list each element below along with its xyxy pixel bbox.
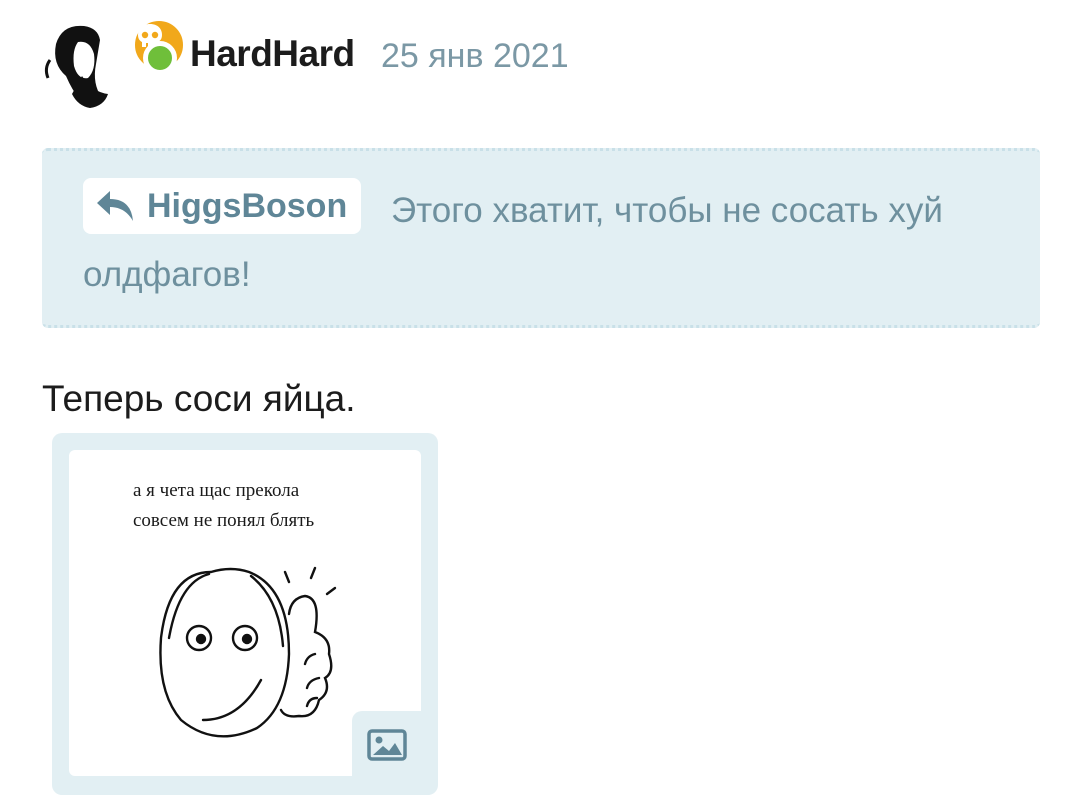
image-attachment[interactable]: а я чета щас прекола совсем не понял бля… bbox=[52, 433, 438, 795]
reply-arrow-icon bbox=[97, 191, 133, 221]
meme-caption-line-1: а я чета щас прекола bbox=[133, 480, 300, 501]
image-icon bbox=[367, 729, 407, 761]
online-status-indicator bbox=[143, 41, 177, 75]
meme-face-thumbs-up-drawing bbox=[159, 566, 337, 738]
meme-caption: а я чета щас прекола совсем не понял бля… bbox=[133, 476, 314, 536]
image-type-badge bbox=[352, 711, 422, 779]
quote-block: Этого хватит, чтобы не сосать хуй олдфаг… bbox=[42, 148, 1040, 328]
meme-caption-line-2: совсем не понял блять bbox=[133, 510, 315, 531]
quote-author-link[interactable]: HiggsBoson bbox=[83, 178, 362, 234]
post: HardHard 25 янв 2021 Этого хватит, чтобы… bbox=[0, 0, 1080, 809]
author-name[interactable]: HardHard bbox=[190, 33, 355, 75]
avatar[interactable] bbox=[42, 14, 186, 110]
quote-author-name: HiggsBoson bbox=[147, 186, 348, 225]
post-date[interactable]: 25 янв 2021 bbox=[381, 37, 569, 76]
post-text: Теперь соси яйца. bbox=[42, 378, 356, 419]
avatar-portrait-icon bbox=[44, 25, 108, 108]
